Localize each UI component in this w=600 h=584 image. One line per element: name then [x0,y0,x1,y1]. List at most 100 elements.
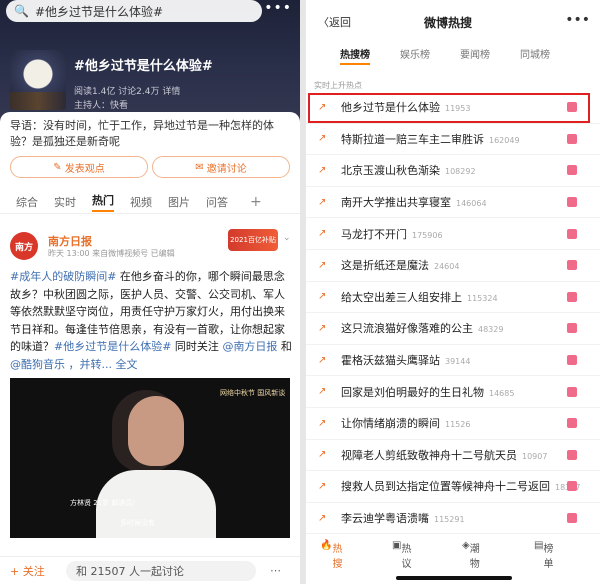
list-item[interactable]: ↗ 搜救人员到达指定位置等候神舟十二号返回18377 [306,471,600,503]
trend-up-icon: ↗ [318,164,327,176]
share-icon[interactable]: ⋯ [270,564,281,577]
flag-icon [567,197,577,208]
hot-item-count: 10907 [522,451,548,461]
invite-discuss-button[interactable]: ✉ 邀请讨论 [152,156,290,178]
list-item[interactable]: ↗ 特斯拉道一赔三车主二审胜诉 162049 [306,124,600,156]
list-item[interactable]: ↗ 马龙打不开门 175906 [306,218,600,250]
hot-item-count: 39144 [445,357,471,367]
chevron-down-icon[interactable]: ⌄ [283,233,291,243]
hot-item-title: 霍格沃兹猫头鹰驿站 39144 [341,354,471,368]
nav-label: 热议 [401,544,412,570]
hot-item-title: 北京玉渡山秋色渐染 108292 [341,164,476,178]
list-item[interactable]: ↗ 这是折纸还是魔法 24604 [306,250,600,282]
post-body: 和 [277,340,292,353]
hot-item-title: 回家是刘伯明最好的生日礼物 14685 [341,385,515,399]
edit-icon: ✎ [53,161,65,173]
more-icon[interactable]: ••• [264,0,292,16]
topic-meta: 阅读1.4亿 讨论2.4万 详情 [74,87,181,97]
list-item[interactable]: ↗ 给太空出差三人组安排上 115324 [306,282,600,314]
list-item[interactable]: ↗ 他乡过节是什么体验 11953 [306,92,600,124]
search-bar[interactable]: 🔍 #他乡过节是什么体验# [6,0,262,22]
avatar[interactable]: 南方 [10,232,38,260]
mention-link[interactable]: @酷狗音乐 [10,358,65,371]
tab-video[interactable]: 视频 [130,194,152,210]
hot-item-title: 搜救人员到达指定位置等候神舟十二号返回18377 [341,478,580,494]
video-player[interactable]: 网络中秋节 国风新谈 方林贤 21岁 邮递员/ 多时候没有 [10,378,290,538]
back-button[interactable]: 〈返回 [318,14,351,30]
trend-up-icon: ↗ [318,196,327,208]
mention-link[interactable]: @南方日报 [222,340,277,353]
list-item[interactable]: ↗ 北京玉渡山秋色渐染 108292 [306,155,600,187]
video-figure [128,396,184,466]
flag-icon [567,165,577,176]
hashtag-link[interactable]: #成年人的破防瞬间# [10,270,116,283]
tab-news[interactable]: 要闻榜 [460,46,490,61]
nav-hot-search[interactable]: 🔥 热搜 [320,540,342,570]
trend-up-icon: ↗ [318,228,327,240]
video-caption: 方林贤 21岁 邮递员/ [70,499,135,507]
list-item[interactable]: ↗ 视障老人剪纸致敬神舟十二号航天员 10907 [306,440,600,472]
tab-comprehensive[interactable]: 综合 [16,194,38,210]
nav-trends[interactable]: ◈ 潮物 [462,540,480,570]
flag-icon [567,133,577,144]
read-more-link[interactable]: ，并转... 全文 [65,358,137,371]
video-badge: 网络中秋节 国风新谈 [220,389,286,397]
topic-thumbnail [10,50,66,110]
list-item[interactable]: ↗ 南开大学推出共享寝室 146064 [306,187,600,219]
nav-label: 潮物 [469,544,480,570]
hot-item-count: 175906 [412,230,443,240]
flag-icon [567,481,577,492]
hot-item-count: 115291 [434,515,465,525]
tab-images[interactable]: 图片 [168,194,190,210]
topic-title: #他乡过节是什么体验# [74,59,213,74]
post-opinion-button[interactable]: ✎ 发表观点 [10,156,148,178]
topic-tabs: 综合 实时 热门 视频 图片 问答 + [0,190,300,214]
hashtag-link[interactable]: #他乡过节是什么体验# [54,340,171,353]
post-author[interactable]: 南方日报 [48,233,92,249]
list-item[interactable]: ↗ 让你情绪崩溃的瞬间 11526 [306,408,600,440]
hot-item-title: 南开大学推出共享寝室 146064 [341,196,487,210]
tab-realtime[interactable]: 实时 [54,194,76,210]
hot-item-count: 162049 [489,135,520,145]
hot-list: ↗ 他乡过节是什么体验 11953 ↗ 特斯拉道一赔三车主二审胜诉 162049 ↗ 北京玉渡… [306,92,600,535]
list-item[interactable]: ↗ 回家是刘伯明最好的生日礼物 14685 [306,376,600,408]
bottom-nav: 🔥 热搜 ▣ 热议 ◈ 潮物 ▤ 榜单 [306,540,600,570]
video-subtitle: 多时候没有 [120,519,155,527]
hot-item-title: 视障老人剪纸致敬神舟十二号航天员 10907 [341,448,548,462]
list-item[interactable]: ↗ 李云迪学粤语溃嘴 115291 [306,503,600,535]
nav-rankings[interactable]: ▤ 榜单 [534,540,553,570]
hot-item-count: 115324 [467,293,498,303]
search-text: #他乡过节是什么体验# [34,4,164,19]
hot-item-title: 让你情绪崩溃的瞬间 11526 [341,417,471,431]
trend-up-icon: ↗ [318,480,327,492]
list-item[interactable]: ↗ 霍格沃兹猫头鹰驿站 39144 [306,345,600,377]
flag-icon [567,228,577,239]
topic-intro: 导语：没有时间，忙于工作，异地过节是一种怎样的体验？是孤独还是新奇呢 [10,119,274,148]
invite-icon: ✉ [195,161,207,173]
tab-qa[interactable]: 问答 [206,194,228,210]
tab-local[interactable]: 同城榜 [520,46,550,61]
hot-search-page: 〈返回 微博热搜 ••• 热搜榜 娱乐榜 要闻榜 同城榜 实时上升热点 ↗ 他乡过… [306,0,600,584]
hot-item-count: 24604 [434,262,460,272]
follow-button[interactable]: + 关注 [10,563,66,579]
trend-up-icon: ↗ [318,259,327,271]
hot-item-title: 特斯拉道一赔三车主二审胜诉 162049 [341,132,520,146]
tab-hot-search[interactable]: 热搜榜 [340,46,370,65]
add-tab-icon[interactable]: + [250,194,262,210]
hot-item-count: 14685 [489,388,515,398]
tab-entertainment[interactable]: 娱乐榜 [400,46,430,61]
trend-up-icon: ↗ [318,386,327,398]
trend-up-icon: ↗ [318,354,327,366]
nav-discussion[interactable]: ▣ 热议 [392,540,411,570]
post-body: 同时关注 [171,340,223,353]
flag-icon [567,291,577,302]
hot-item-title: 给太空出差三人组安排上 115324 [341,290,498,304]
highlight-box [308,93,590,123]
invite-discuss-label: 邀请讨论 [206,163,247,175]
more-icon[interactable]: ••• [565,12,590,28]
topic-host: 主持人：快看 [74,101,129,111]
list-item[interactable]: ↗ 这只流浪猫好像落难的公主 48329 [306,313,600,345]
tab-hot[interactable]: 热门 [92,192,114,212]
discuss-input[interactable]: 和 21507 人一起讨论 [66,560,256,581]
nav-label: 热搜 [332,544,343,570]
